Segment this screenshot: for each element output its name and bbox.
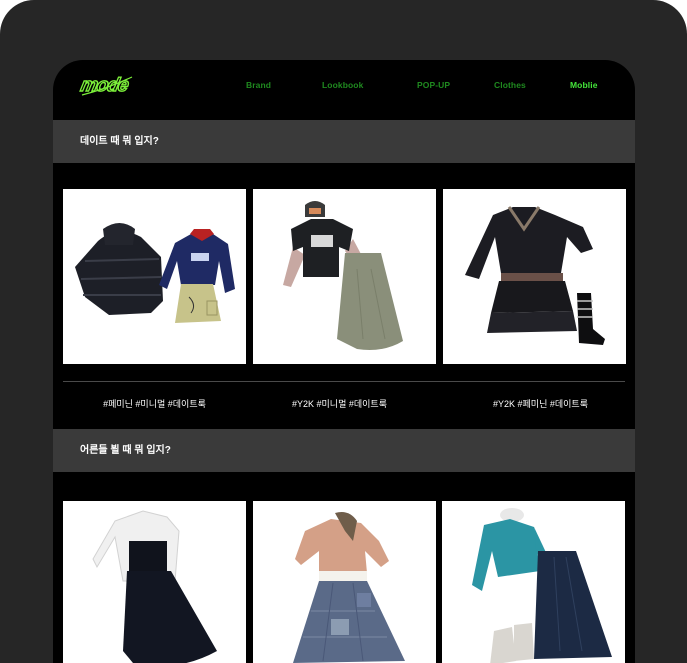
- nav-link-clothes[interactable]: Clothes: [494, 80, 526, 90]
- top-nav: mode Brand Lookbook POP-UP Clothes Mobli…: [53, 60, 635, 120]
- card-tags-1: #페미닌 #미니멀 #데이트룩: [103, 399, 206, 409]
- device-frame: mode Brand Lookbook POP-UP Clothes Mobli…: [0, 0, 687, 663]
- outfit-card-5[interactable]: [253, 501, 436, 663]
- outfit-image-1: [75, 223, 235, 323]
- nav-link-lookbook[interactable]: Lookbook: [322, 80, 363, 90]
- card-tags-2: #Y2K #미니멀 #데이트룩: [292, 399, 387, 409]
- mode-logo[interactable]: mode: [78, 71, 134, 99]
- outfit-image-4: [92, 510, 217, 663]
- outfit-card-3[interactable]: [443, 189, 626, 364]
- section-title-parents: 어른들 뵐 때 뭐 입지?: [53, 429, 635, 472]
- nav-link-mobile[interactable]: Moblie: [570, 80, 598, 90]
- outfit-card-2[interactable]: [253, 189, 436, 364]
- svg-text:mode: mode: [79, 75, 131, 96]
- app-screen: mode Brand Lookbook POP-UP Clothes Mobli…: [53, 60, 635, 663]
- nav-link-popup[interactable]: POP-UP: [417, 80, 450, 90]
- section-title-date: 데이트 때 뭐 입지?: [53, 120, 635, 163]
- outfit-card-1[interactable]: [63, 189, 246, 364]
- nav-link-brand[interactable]: Brand: [246, 80, 271, 90]
- outfit-card-4[interactable]: [63, 501, 246, 663]
- outfit-image-5: [293, 512, 405, 663]
- outfit-image-2: [283, 201, 403, 350]
- card-divider: [63, 381, 625, 382]
- outfit-image-3: [465, 206, 605, 345]
- card-tags-3: #Y2K #페미닌 #데이트룩: [493, 399, 588, 409]
- outfit-card-6[interactable]: [442, 501, 625, 663]
- outfit-image-6: [472, 508, 612, 663]
